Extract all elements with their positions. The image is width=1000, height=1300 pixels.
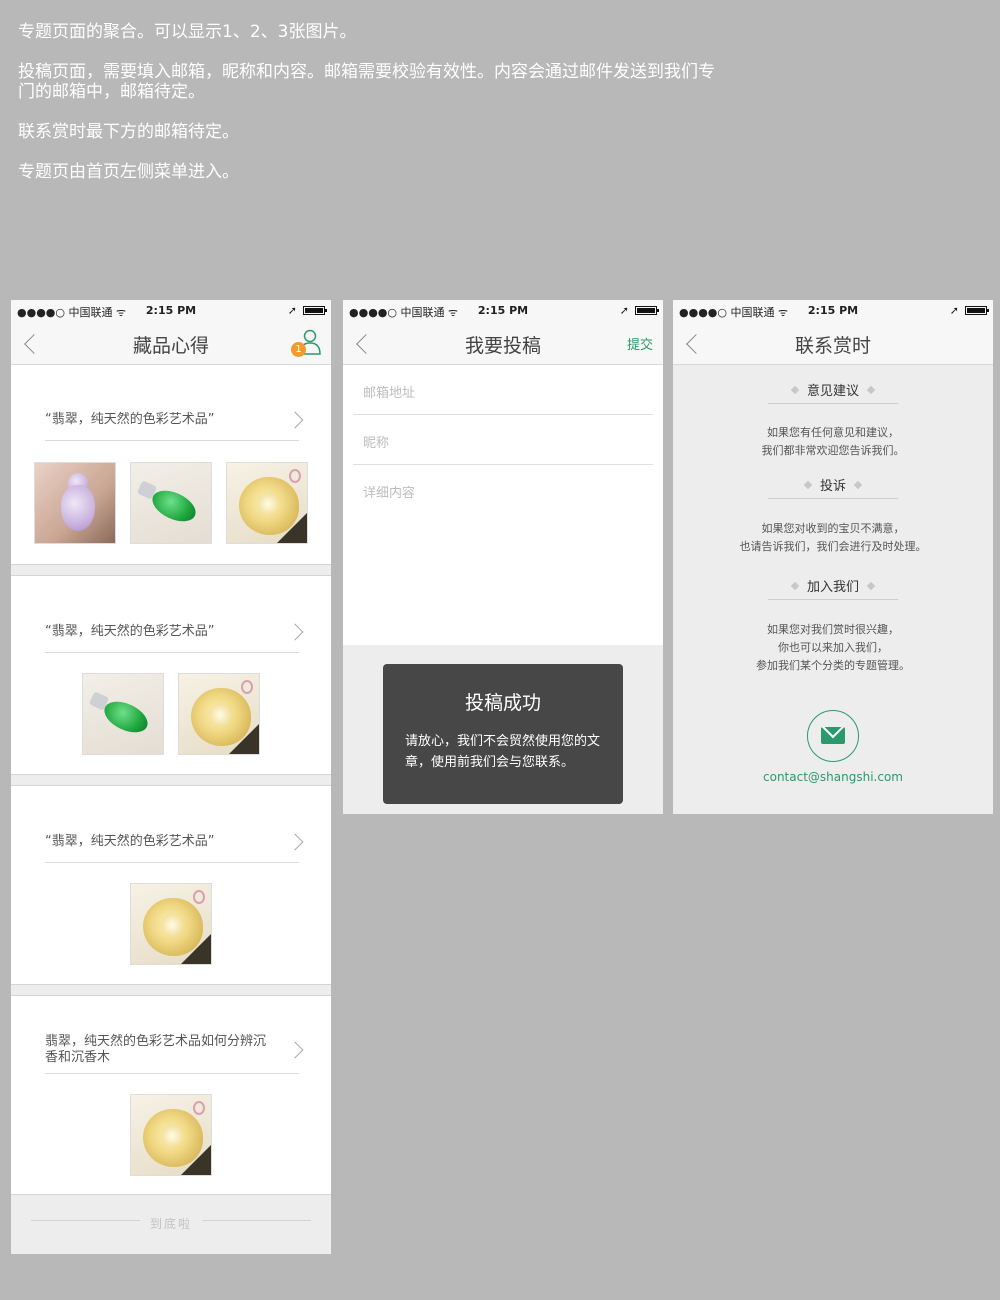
jade-photo[interactable]	[130, 883, 212, 965]
status-time: 2:15 PM	[807, 304, 859, 317]
end-of-list: 到底啦	[11, 1198, 331, 1254]
page-title: 我要投稿	[464, 335, 541, 357]
right-chevron-icon	[286, 623, 304, 640]
contact-email-link[interactable]: contact@shangshi.com	[673, 770, 993, 784]
topic-card[interactable]: “翡翠，纯天然的色彩艺术品”	[11, 575, 331, 775]
nav-bar: 联系赏时	[673, 322, 993, 365]
user-icon[interactable]: 1	[291, 328, 321, 358]
nickname-field[interactable]: 昵称	[353, 415, 653, 465]
section-join-title: 加入我们	[768, 576, 898, 600]
location-icon: ➚	[287, 304, 297, 317]
section-join-desc: 如果您对我们赏时很兴趣， 你也可以来加入我们， 参加我们某个分类的专题管理。	[756, 623, 910, 672]
mail-icon[interactable]	[807, 710, 859, 762]
toast-title: 投稿成功	[464, 692, 541, 714]
end-text: 到底啦	[139, 1217, 202, 1231]
card-title: “翡翠，纯天然的色彩艺术品”	[45, 833, 215, 849]
screen-contact: ●●●●○ 中国联通 ᯤ 2:15 PM ➚ 联系赏时 意见建议 如果您有任何意…	[673, 300, 993, 814]
note-3: 联系赏时最下方的邮箱待定。	[18, 122, 239, 142]
right-chevron-icon	[286, 833, 304, 850]
annotation-notes: 专题页面的聚合。可以显示1、2、3张图片。 投稿页面，需要填入邮箱，昵称和内容。…	[18, 22, 718, 202]
status-bar: ●●●●○ 中国联通 ᯤ 2:15 PM ➚	[343, 300, 663, 322]
toast-message: 请放心，我们不会贸然使用您的文章，使用前我们会与您联系。	[405, 734, 601, 770]
topic-card[interactable]: “翡翠，纯天然的色彩艺术品”	[11, 365, 331, 565]
battery-icon	[965, 306, 989, 315]
note-2: 投稿页面，需要填入邮箱，昵称和内容。邮箱需要校验有效性。内容会通过邮件发送到我们…	[18, 62, 715, 102]
section-feedback-title: 意见建议	[768, 380, 898, 404]
page-title: 联系赏时	[794, 335, 871, 357]
card-header[interactable]: “翡翠，纯天然的色彩艺术品”	[45, 821, 304, 863]
status-bar: ●●●●○ 中国联通 ᯤ 2:15 PM ➚	[673, 300, 993, 322]
card-title: “翡翠，纯天然的色彩艺术品”	[45, 623, 215, 639]
topic-card[interactable]: 翡翠，纯天然的色彩艺术品如何分辨沉香和沉香木	[11, 995, 331, 1195]
card-header[interactable]: 翡翠，纯天然的色彩艺术品如何分辨沉香和沉香木	[45, 1026, 304, 1074]
card-title: 翡翠，纯天然的色彩艺术品如何分辨沉香和沉香木	[45, 1033, 267, 1065]
jade-photo[interactable]	[226, 462, 308, 544]
screen-collection-notes: ●●●●○ 中国联通 ᯤ 2:15 PM ➚ 藏品心得 1 “翡翠，纯天然的色彩…	[11, 300, 331, 1254]
topic-card[interactable]: “翡翠，纯天然的色彩艺术品”	[11, 785, 331, 985]
battery-icon	[303, 306, 327, 315]
location-icon: ➚	[949, 304, 959, 317]
card-images	[11, 1094, 331, 1176]
battery-icon	[635, 306, 659, 315]
card-header[interactable]: “翡翠，纯天然的色彩艺术品”	[45, 399, 304, 441]
right-chevron-icon	[286, 411, 304, 428]
right-chevron-icon	[286, 1041, 304, 1058]
status-time: 2:15 PM	[145, 304, 197, 317]
section-feedback-desc: 如果您有任何意见和建议， 我们都非常欢迎您告诉我们。	[761, 426, 905, 457]
section-complaint-title: 投诉	[768, 475, 898, 499]
card-images	[11, 673, 331, 755]
jade-photo[interactable]	[34, 462, 116, 544]
card-header[interactable]: “翡翠，纯天然的色彩艺术品”	[45, 611, 304, 653]
jade-photo[interactable]	[130, 1094, 212, 1176]
location-icon: ➚	[619, 304, 629, 317]
status-right: ➚	[619, 304, 659, 317]
card-images	[11, 883, 331, 965]
note-1: 专题页面的聚合。可以显示1、2、3张图片。	[18, 22, 357, 42]
note-4: 专题页由首页左侧菜单进入。	[18, 162, 239, 182]
success-toast: 投稿成功 请放心，我们不会贸然使用您的文章，使用前我们会与您联系。	[383, 664, 623, 804]
submit-form: 邮箱地址 昵称 详细内容	[343, 365, 663, 645]
jade-photo[interactable]	[130, 462, 212, 544]
nav-bar: 藏品心得 1	[11, 322, 331, 365]
nav-bar: 我要投稿 提交	[343, 322, 663, 365]
email-field[interactable]: 邮箱地址	[353, 365, 653, 415]
status-time: 2:15 PM	[477, 304, 529, 317]
content-field[interactable]: 详细内容	[353, 465, 653, 515]
screen-submit: ●●●●○ 中国联通 ᯤ 2:15 PM ➚ 我要投稿 提交 邮箱地址 昵称 详…	[343, 300, 663, 814]
card-title: “翡翠，纯天然的色彩艺术品”	[45, 411, 215, 427]
section-complaint-desc: 如果您对收到的宝贝不满意， 也请告诉我们，我们会进行及时处理。	[739, 522, 927, 553]
status-right: ➚	[287, 304, 327, 317]
jade-photo[interactable]	[178, 673, 260, 755]
submit-button[interactable]: 提交	[627, 334, 653, 353]
notification-badge: 1	[291, 342, 306, 357]
status-bar: ●●●●○ 中国联通 ᯤ 2:15 PM ➚	[11, 300, 331, 322]
jade-photo[interactable]	[82, 673, 164, 755]
page-title: 藏品心得	[132, 335, 209, 357]
card-images	[11, 462, 331, 544]
status-right: ➚	[949, 304, 989, 317]
